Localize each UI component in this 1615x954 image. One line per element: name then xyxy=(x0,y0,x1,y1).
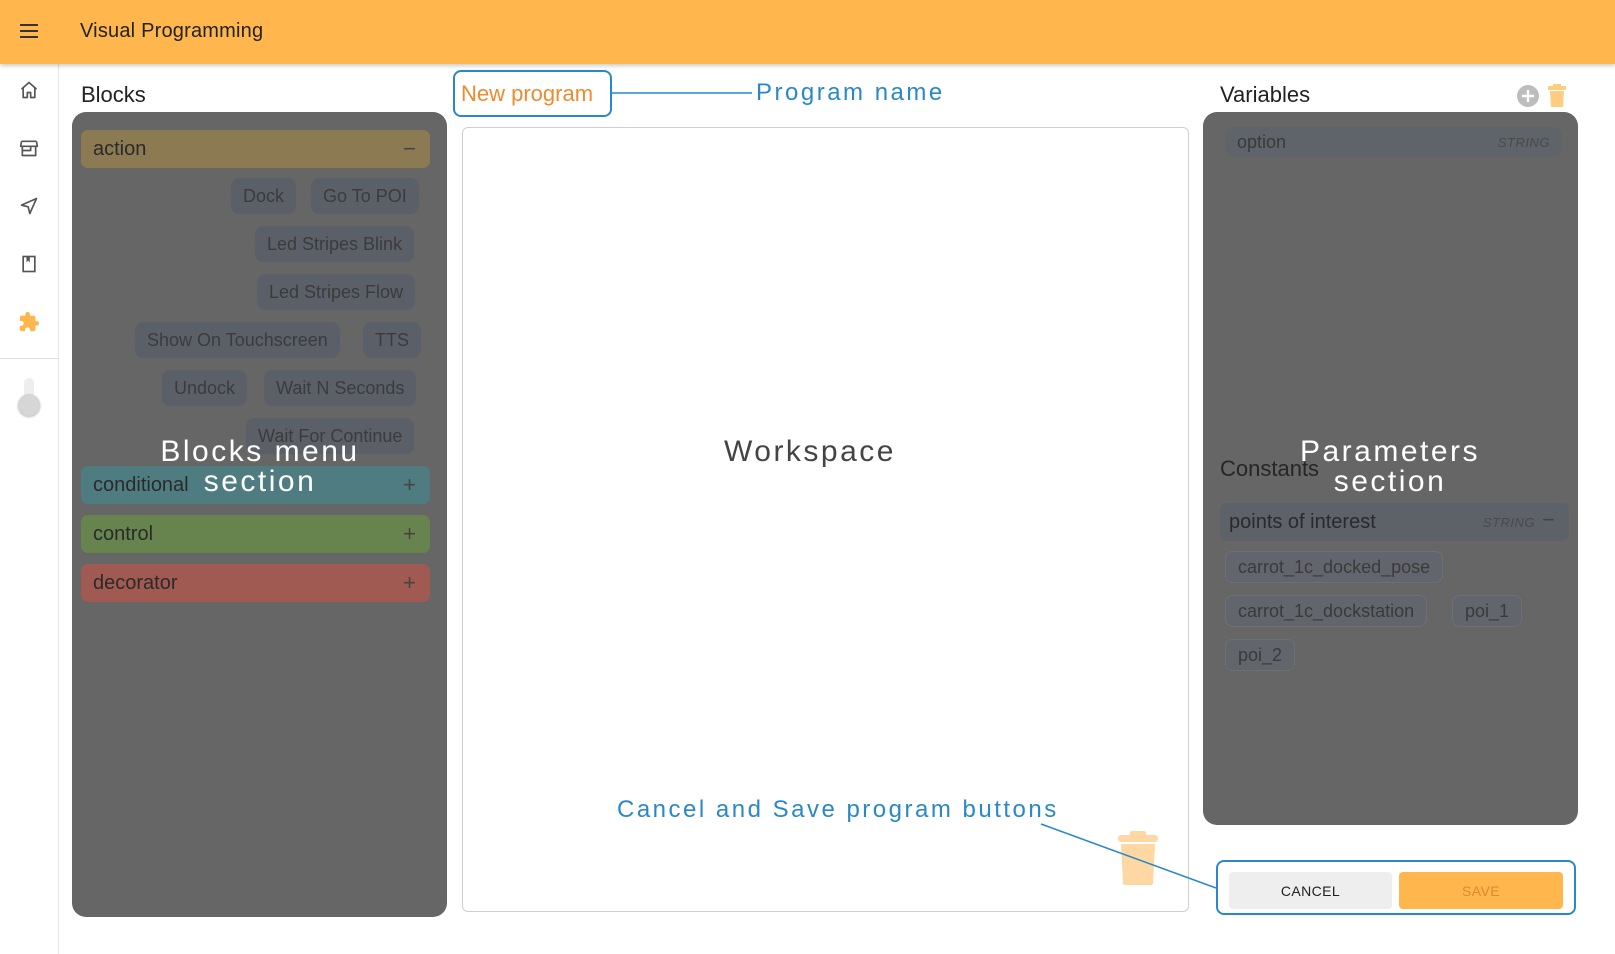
constant-group-type: STRING xyxy=(1482,514,1535,530)
blocks-heading: Blocks xyxy=(81,82,146,107)
variables-heading: Variables xyxy=(1220,82,1311,107)
nav-rail xyxy=(0,64,59,954)
block-tts[interactable]: TTS xyxy=(363,322,421,358)
category-label: decorator xyxy=(93,571,178,594)
menu-icon[interactable] xyxy=(20,24,38,38)
app-title: Visual Programming xyxy=(80,20,264,42)
rail-divider xyxy=(0,358,59,359)
cancel-button[interactable]: CANCEL xyxy=(1229,872,1392,909)
collapse-icon[interactable]: − xyxy=(403,136,416,162)
block-wait-n-seconds[interactable]: Wait N Seconds xyxy=(264,370,417,406)
constant-value[interactable]: carrot_1c_docked_pose xyxy=(1225,551,1444,583)
variable-row[interactable]: option STRING xyxy=(1225,127,1562,157)
save-button[interactable]: SAVE xyxy=(1399,872,1563,909)
delete-variable-icon[interactable] xyxy=(1547,84,1571,108)
expand-icon[interactable]: + xyxy=(403,521,416,547)
category-control[interactable]: control + xyxy=(81,515,430,553)
category-label: action xyxy=(93,137,147,160)
category-decorator[interactable]: decorator + xyxy=(81,564,430,602)
block-show-on-touchscreen[interactable]: Show On Touchscreen xyxy=(135,322,340,358)
annotation-blocks-menu: Blocks menu section xyxy=(160,435,360,498)
annotation-workspace: Workspace xyxy=(723,435,896,468)
constant-value[interactable]: poi_1 xyxy=(1452,595,1523,627)
action-buttons-frame: CANCEL SAVE xyxy=(1216,860,1576,915)
add-variable-icon[interactable] xyxy=(1516,84,1540,108)
bookmark-icon[interactable] xyxy=(17,252,41,276)
theme-toggle[interactable] xyxy=(18,376,40,416)
store-icon[interactable] xyxy=(17,136,41,160)
send-icon[interactable] xyxy=(17,194,41,218)
category-label: control xyxy=(93,522,154,545)
block-led-stripes-blink[interactable]: Led Stripes Blink xyxy=(255,226,415,262)
collapse-icon[interactable]: − xyxy=(1542,507,1555,533)
block-dock[interactable]: Dock xyxy=(231,178,297,214)
category-action[interactable]: action − xyxy=(81,130,430,168)
toggle-knob xyxy=(18,394,40,416)
block-undock[interactable]: Undock xyxy=(162,370,248,406)
constant-group-header[interactable]: points of interest STRING − xyxy=(1220,503,1569,541)
block-go-to-poi[interactable]: Go To POI xyxy=(311,178,419,214)
annotation-program-name: Program name xyxy=(756,79,945,106)
constant-value[interactable]: poi_2 xyxy=(1225,639,1296,671)
app-bar: Visual Programming xyxy=(0,0,1615,64)
trash-icon[interactable] xyxy=(1116,830,1160,886)
program-name-frame xyxy=(453,70,612,117)
variable-name: option xyxy=(1237,131,1287,152)
annotation-parameters: Parameters section xyxy=(1299,435,1481,498)
block-led-stripes-flow[interactable]: Led Stripes Flow xyxy=(257,274,416,310)
puzzle-icon[interactable] xyxy=(17,310,41,334)
program-name-input[interactable] xyxy=(461,80,606,108)
variable-type: STRING xyxy=(1497,134,1550,150)
blocks-menu-panel: action − Dock Go To POI Led Stripes Blin… xyxy=(72,112,447,917)
expand-icon[interactable]: + xyxy=(403,570,416,596)
annotation-buttons: Cancel and Save program buttons xyxy=(617,796,1059,823)
home-icon[interactable] xyxy=(17,78,41,102)
expand-icon[interactable]: + xyxy=(403,472,416,498)
constant-value[interactable]: carrot_1c_dockstation xyxy=(1225,595,1428,627)
constant-group-name: points of interest xyxy=(1229,510,1376,533)
